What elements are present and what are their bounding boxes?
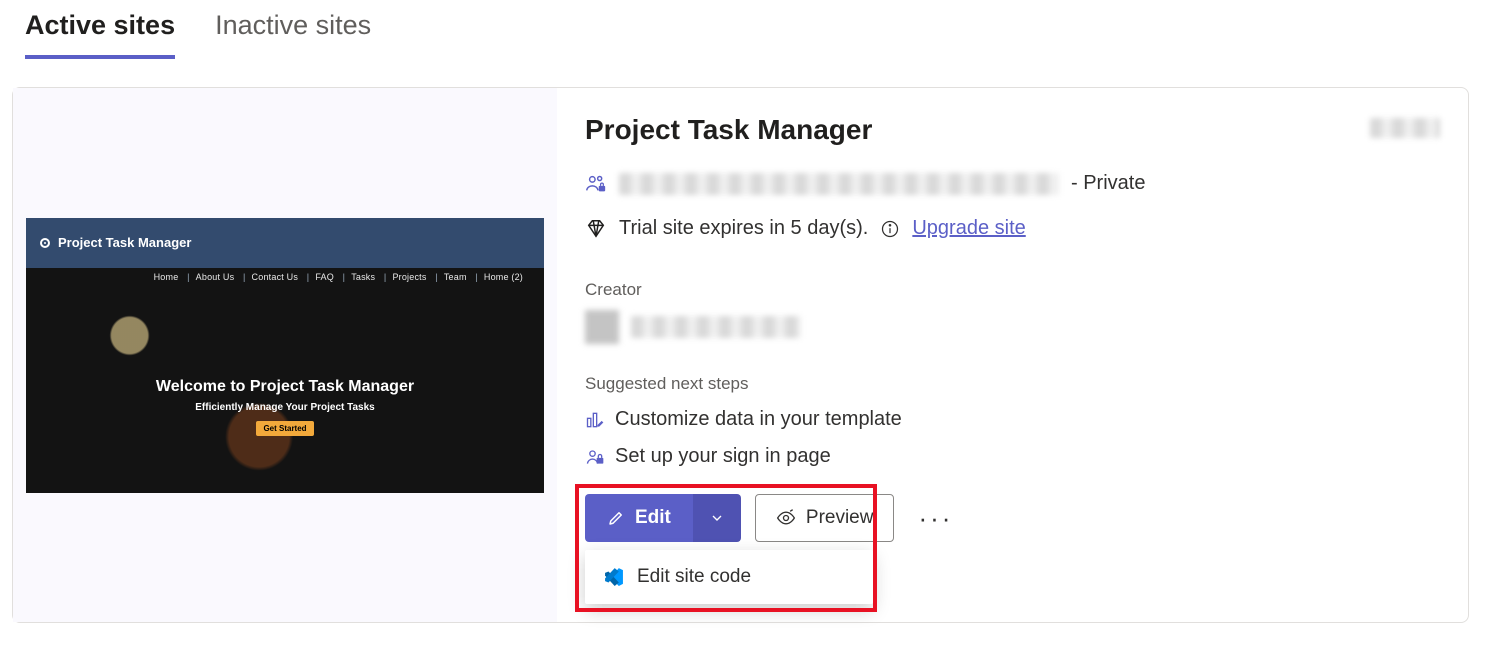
suggested-steps-label: Suggested next steps xyxy=(585,374,1440,394)
thumb-nav: HomeAbout UsContact UsFAQTasksProjectsTe… xyxy=(151,272,532,282)
thumb-hero-cta: Get Started xyxy=(256,421,313,436)
redacted-header-field xyxy=(1370,118,1440,138)
edit-site-code-item[interactable]: Edit site code xyxy=(585,554,873,600)
step-setup-signin[interactable]: Set up your sign in page xyxy=(615,445,831,468)
redacted-url xyxy=(619,173,1059,195)
edit-button[interactable]: Edit xyxy=(585,494,693,542)
upgrade-site-link[interactable]: Upgrade site xyxy=(912,217,1025,240)
edit-dropdown-menu: Edit site code xyxy=(585,550,873,604)
info-icon[interactable] xyxy=(880,219,900,239)
vscode-icon xyxy=(603,566,625,588)
step-customize-data[interactable]: Customize data in your template xyxy=(615,408,902,431)
site-preview-thumbnail[interactable]: Project Task Manager HomeAbout UsContact… xyxy=(26,218,544,493)
thumb-logo-icon xyxy=(40,238,50,248)
site-preview-pane: Project Task Manager HomeAbout UsContact… xyxy=(13,88,557,622)
edit-site-code-label: Edit site code xyxy=(637,566,751,588)
site-card: Project Task Manager HomeAbout UsContact… xyxy=(12,87,1469,623)
thumb-hero-subtitle: Efficiently Manage Your Project Tasks xyxy=(26,402,544,413)
site-title: Project Task Manager xyxy=(585,114,1440,146)
chevron-down-icon xyxy=(709,510,725,526)
trial-status-text: Trial site expires in 5 day(s). xyxy=(619,217,868,240)
diamond-icon xyxy=(585,218,607,240)
tab-active-sites[interactable]: Active sites xyxy=(25,10,175,59)
preview-button[interactable]: Preview xyxy=(755,494,895,542)
visibility-label: - Private xyxy=(1071,172,1145,195)
redacted-creator-name xyxy=(631,316,801,338)
preview-button-label: Preview xyxy=(806,507,874,529)
thumb-hero-title: Welcome to Project Task Manager xyxy=(26,378,544,396)
edit-split-button: Edit xyxy=(585,494,741,542)
edit-button-label: Edit xyxy=(635,507,671,529)
more-actions-button[interactable]: ··· xyxy=(908,497,963,540)
thumb-title: Project Task Manager xyxy=(58,235,191,250)
eye-icon xyxy=(776,508,796,528)
data-customize-icon xyxy=(585,410,605,430)
signin-setup-icon xyxy=(585,447,605,467)
pencil-icon xyxy=(607,509,625,527)
redacted-avatar xyxy=(585,310,619,344)
edit-dropdown-toggle[interactable] xyxy=(693,494,741,542)
people-lock-icon xyxy=(585,173,607,195)
creator-label: Creator xyxy=(585,280,1440,300)
tab-inactive-sites[interactable]: Inactive sites xyxy=(215,10,371,59)
